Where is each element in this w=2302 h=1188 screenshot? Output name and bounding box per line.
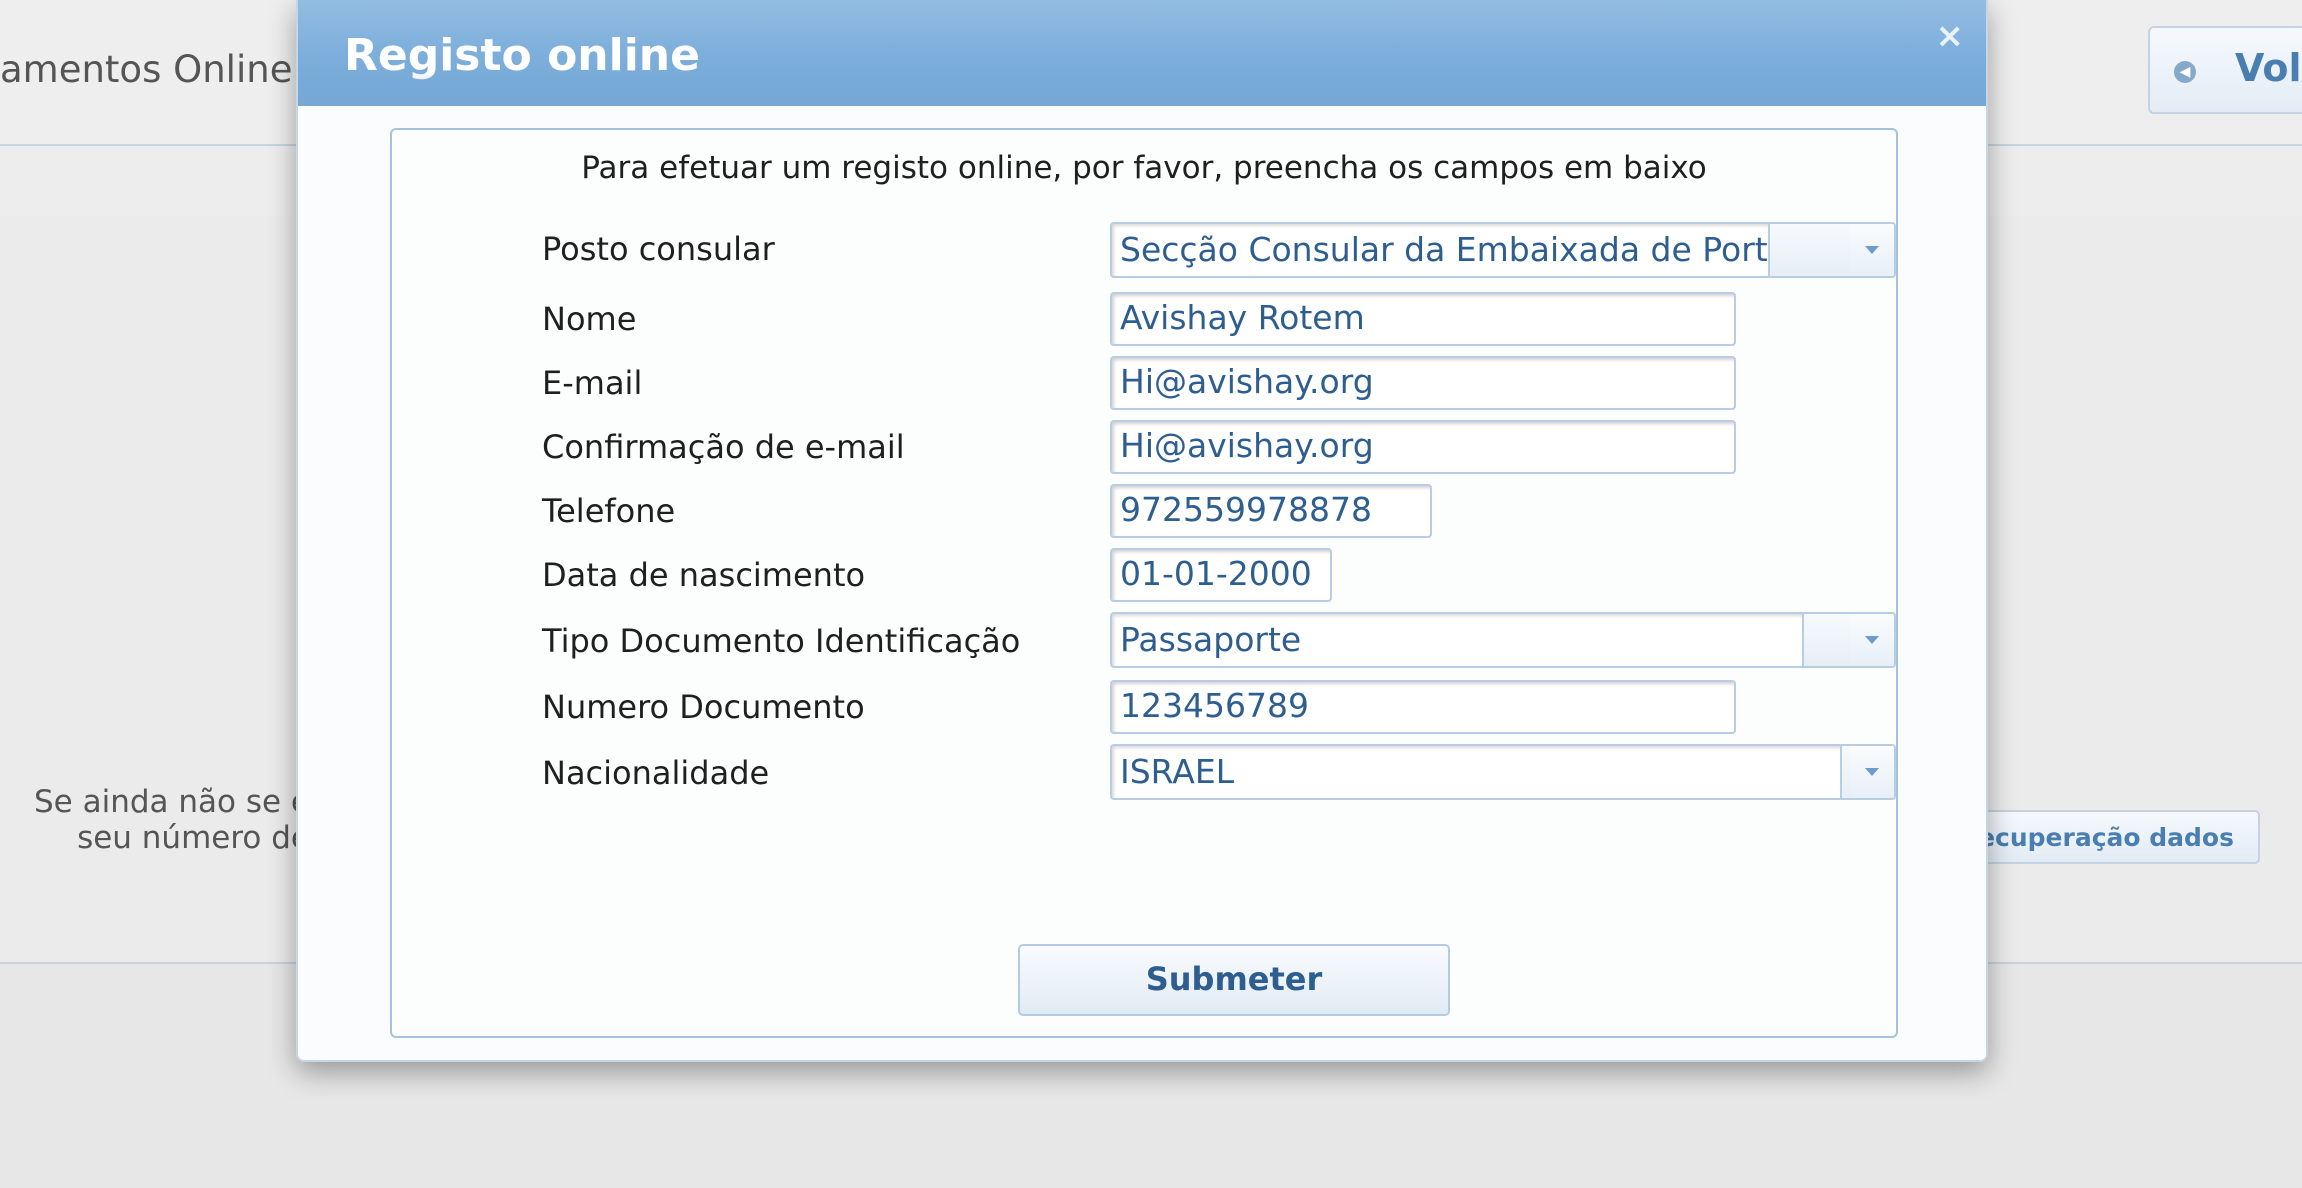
page-info-line-1: Se ainda não se e: [33, 784, 310, 820]
email-confirm-label: Confirmação de e-mail: [542, 428, 905, 466]
tipo-documento-label: Tipo Documento Identificação: [542, 622, 1021, 660]
chevron-down-icon[interactable]: [1850, 614, 1894, 666]
select-handle: [1770, 224, 1854, 276]
nascimento-label: Data de nascimento: [542, 556, 866, 594]
birthdate-input[interactable]: 01-01-2000: [1110, 548, 1332, 602]
registration-modal: Registo online × Para efetuar um registo…: [296, 0, 1988, 1062]
select-handle: [1804, 614, 1854, 666]
form-intro-text: Para efetuar um registo online, por favo…: [581, 150, 1707, 186]
chevron-down-icon[interactable]: [1850, 224, 1894, 276]
nome-label: Nome: [542, 300, 637, 338]
recover-data-button[interactable]: /Recuperação dados: [1950, 810, 2260, 864]
posto-consular-select[interactable]: Secção Consular da Embaixada de Portugal: [1110, 222, 1896, 278]
nome-input[interactable]: Avishay Rotem: [1110, 292, 1736, 346]
numero-documento-label: Numero Documento: [542, 688, 865, 726]
submit-button[interactable]: Submeter: [1018, 944, 1450, 1016]
recover-data-label: /Recuperação dados: [1949, 823, 2234, 852]
page-title: amentos Online: [0, 48, 293, 91]
page-info-line-2: seu número de: [77, 820, 310, 856]
telefone-input[interactable]: 972559978878: [1110, 484, 1432, 538]
tipo-documento-value: Passaporte: [1112, 614, 1804, 666]
posto-consular-value: Secção Consular da Embaixada de Portugal: [1112, 224, 1770, 276]
numero-documento-input[interactable]: 123456789: [1110, 680, 1736, 734]
email-input[interactable]: Hi@avishay.org: [1110, 356, 1736, 410]
back-arrow-icon: ◀: [2174, 61, 2196, 83]
email-confirm-input[interactable]: Hi@avishay.org: [1110, 420, 1736, 474]
telefone-label: Telefone: [542, 492, 676, 530]
tipo-documento-select[interactable]: Passaporte: [1110, 612, 1896, 668]
modal-title: Registo online: [344, 30, 700, 81]
modal-header: Registo online ×: [298, 0, 1986, 106]
registration-form: Para efetuar um registo online, por favo…: [390, 128, 1898, 1038]
nacionalidade-label: Nacionalidade: [542, 754, 770, 792]
nacionalidade-value: ISRAEL: [1112, 746, 1842, 798]
posto-consular-label: Posto consular: [542, 230, 775, 268]
back-button[interactable]: ◀ Vol: [2148, 26, 2302, 114]
close-icon[interactable]: ×: [1936, 16, 1965, 56]
email-label: E-mail: [542, 364, 643, 402]
back-button-label: Vol: [2235, 46, 2302, 90]
nacionalidade-select[interactable]: ISRAEL: [1110, 744, 1896, 800]
page-info-text: Se ainda não se e seu número de: [10, 784, 310, 856]
chevron-down-icon[interactable]: [1850, 746, 1894, 798]
